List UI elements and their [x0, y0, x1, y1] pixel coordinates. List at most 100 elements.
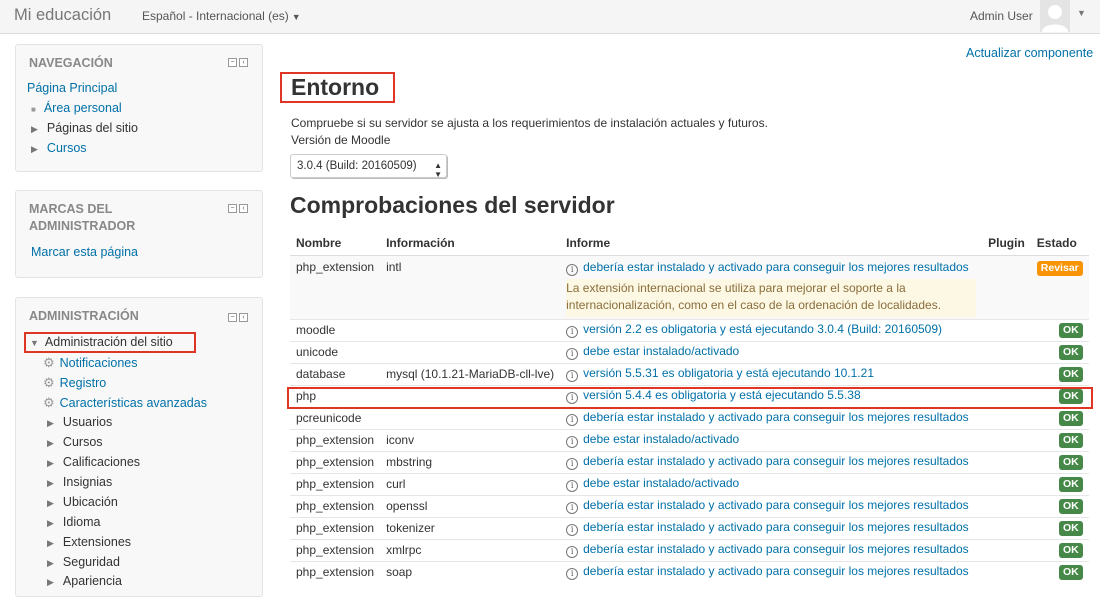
nav-link-home[interactable]: Página Principal	[27, 81, 117, 95]
admin-item-grades[interactable]: ▶ Calificaciones	[47, 455, 140, 469]
cell-status: OK	[1030, 516, 1089, 539]
cell-name: php_extension	[290, 494, 381, 517]
collapse-icon[interactable]: −	[228, 313, 237, 322]
bookmark-page-link[interactable]: Marcar esta página	[31, 245, 138, 259]
info-icon: i	[566, 480, 579, 492]
report-link[interactable]: debe estar instalado/activado	[583, 344, 739, 358]
admin-item-plugins[interactable]: ▶ Extensiones	[47, 535, 131, 549]
admin-item-advanced-features[interactable]: ⚙ Características avanzadas	[43, 395, 207, 411]
cell-name: php_extension	[290, 560, 381, 583]
table-row: php_extension intl i debería estar instalad…	[290, 254, 1089, 319]
nav-label-site-pages: Páginas del sitio	[46, 121, 138, 135]
admin-link-notifications[interactable]: Notificaciones	[60, 356, 138, 370]
expand-triangle-icon: ▶	[47, 418, 54, 428]
report-link[interactable]: debería estar instalado y activado para …	[583, 564, 969, 578]
nav-link-courses[interactable]: Cursos	[47, 141, 87, 155]
cell-status: Revisar	[1030, 254, 1089, 319]
block-controls: − ‹	[228, 313, 248, 322]
nav-item-site-pages[interactable]: ▶ Páginas del sitio	[31, 121, 138, 135]
expand-triangle-icon: ▶	[47, 518, 54, 528]
cell-report: i debe estar instalado/activado	[560, 340, 983, 363]
cell-status: OK	[1030, 406, 1089, 429]
update-component-link[interactable]: Actualizar componente	[966, 46, 1093, 60]
cell-information: tokenizer	[380, 516, 561, 539]
column-header-name[interactable]: Nombre	[290, 232, 381, 256]
admin-item-users[interactable]: ▶ Usuarios	[47, 415, 112, 429]
report-link[interactable]: versión 5.5.31 es obligatoria y está eje…	[583, 366, 874, 380]
dock-icon[interactable]: ‹	[239, 58, 248, 67]
cell-plugin	[982, 340, 1031, 363]
cell-report: i debería estar instalado y activado para…	[560, 560, 983, 583]
admin-link-registration[interactable]: Registro	[60, 376, 107, 390]
section-title: Comprobaciones del servidor	[290, 192, 615, 218]
user-menu-chevron-icon[interactable]: ▼	[1077, 8, 1086, 18]
report-link[interactable]: debería estar instalado y activado para …	[583, 520, 969, 534]
column-header-information[interactable]: Información	[380, 232, 561, 256]
nav-item-dashboard[interactable]: ■ Área personal	[31, 101, 122, 115]
nav-item-courses[interactable]: ▶ Cursos	[31, 141, 87, 155]
admin-item-location[interactable]: ▶ Ubicación	[47, 495, 118, 509]
page-title: Entorno	[291, 74, 380, 100]
table-row: php_extension mbstring i debería estar inst…	[290, 450, 1089, 473]
nav-link-dashboard[interactable]: Área personal	[44, 101, 122, 115]
expand-triangle-icon: ▶	[47, 538, 54, 548]
admin-link-advanced-features[interactable]: Características avanzadas	[60, 396, 207, 410]
status-badge: OK	[1059, 565, 1083, 581]
cell-name: php_extension	[290, 516, 381, 539]
report-link[interactable]: debería estar instalado y activado para …	[583, 454, 969, 468]
site-brand-link[interactable]: Mi educación	[14, 6, 111, 25]
collapse-icon[interactable]: −	[228, 204, 237, 213]
user-name[interactable]: Admin User	[970, 9, 1033, 23]
table-row: php_extension iconv i debe estar instalado/…	[290, 428, 1089, 451]
dock-icon[interactable]: ‹	[239, 204, 248, 213]
report-link[interactable]: debería estar instalado y activado para …	[583, 542, 969, 556]
admin-item-appearance[interactable]: ▶ Apariencia	[47, 574, 122, 588]
report-link[interactable]: debe estar instalado/activado	[583, 476, 739, 490]
admin-item-registration[interactable]: ⚙ Registro	[43, 375, 106, 391]
cell-report: i debería estar instalado y activado para…	[560, 494, 983, 517]
cell-report: i debería estar instalado y activado para…	[560, 538, 983, 561]
admin-bookmarks-block: MARCAS DEL ADMINISTRADOR − ‹	[15, 190, 263, 278]
admin-item-language[interactable]: ▶ Idioma	[47, 515, 100, 529]
collapse-icon[interactable]: −	[228, 58, 237, 67]
dock-icon[interactable]: ‹	[239, 313, 248, 322]
cell-information: curl	[380, 472, 561, 495]
cell-information	[380, 406, 561, 429]
collapse-triangle-icon: ▼	[30, 338, 39, 348]
cell-report: i debería estar instalado y activado para…	[560, 254, 983, 319]
column-header-report[interactable]: Informe	[560, 232, 983, 256]
column-header-plugin[interactable]: Plugin	[982, 232, 1031, 256]
admin-item-courses[interactable]: ▶ Cursos	[47, 435, 103, 449]
expand-triangle-icon: ▶	[47, 478, 54, 488]
language-menu[interactable]: Español - Internacional (es) ▼	[142, 9, 301, 23]
navigation-block-title: NAVEGACIÓN	[29, 56, 113, 70]
cell-plugin	[982, 472, 1031, 495]
cell-name: php_extension	[290, 538, 381, 561]
admin-item-site-admin[interactable]: ▼ Administración del sitio	[30, 335, 173, 349]
report-link[interactable]: versión 2.2 es obligatoria y está ejecut…	[583, 322, 942, 336]
report-link[interactable]: debe estar instalado/activado	[583, 432, 739, 446]
administration-block-title: ADMINISTRACIÓN	[29, 309, 139, 323]
intro-text: Compruebe si su servidor se ajusta a los…	[291, 116, 768, 130]
cell-name: php_extension	[290, 254, 381, 319]
cell-report: i versión 5.5.31 es obligatoria y está ej…	[560, 362, 983, 385]
admin-item-security[interactable]: ▶ Seguridad	[47, 555, 120, 569]
report-link[interactable]: debería estar instalado y activado para …	[583, 260, 969, 274]
report-link[interactable]: debería estar instalado y activado para …	[583, 410, 969, 424]
status-badge: Revisar	[1036, 260, 1083, 276]
admin-label-users: Usuarios	[62, 415, 113, 429]
report-link[interactable]: debería estar instalado y activado para …	[583, 498, 969, 512]
admin-item-badges[interactable]: ▶ Insignias	[47, 475, 112, 489]
cell-report: i debería estar instalado y activado para…	[560, 406, 983, 429]
table-header-row: Nombre Información Informe Plugin Estado	[290, 232, 1089, 256]
info-icon: i	[566, 502, 579, 514]
admin-item-notifications[interactable]: ⚙ Notificaciones	[43, 355, 137, 371]
column-header-status[interactable]: Estado	[1030, 232, 1089, 256]
avatar[interactable]	[1040, 0, 1070, 32]
admin-label-language: Idioma	[62, 515, 101, 529]
cell-status: OK	[1030, 318, 1089, 341]
user-silhouette-icon	[1042, 5, 1068, 32]
select-arrows-icon: ▲ ▼	[434, 161, 442, 179]
moodle-version-select[interactable]: 3.0.4 (Build: 20160509) ▲ ▼	[290, 154, 447, 179]
cell-status: OK	[1030, 538, 1089, 561]
